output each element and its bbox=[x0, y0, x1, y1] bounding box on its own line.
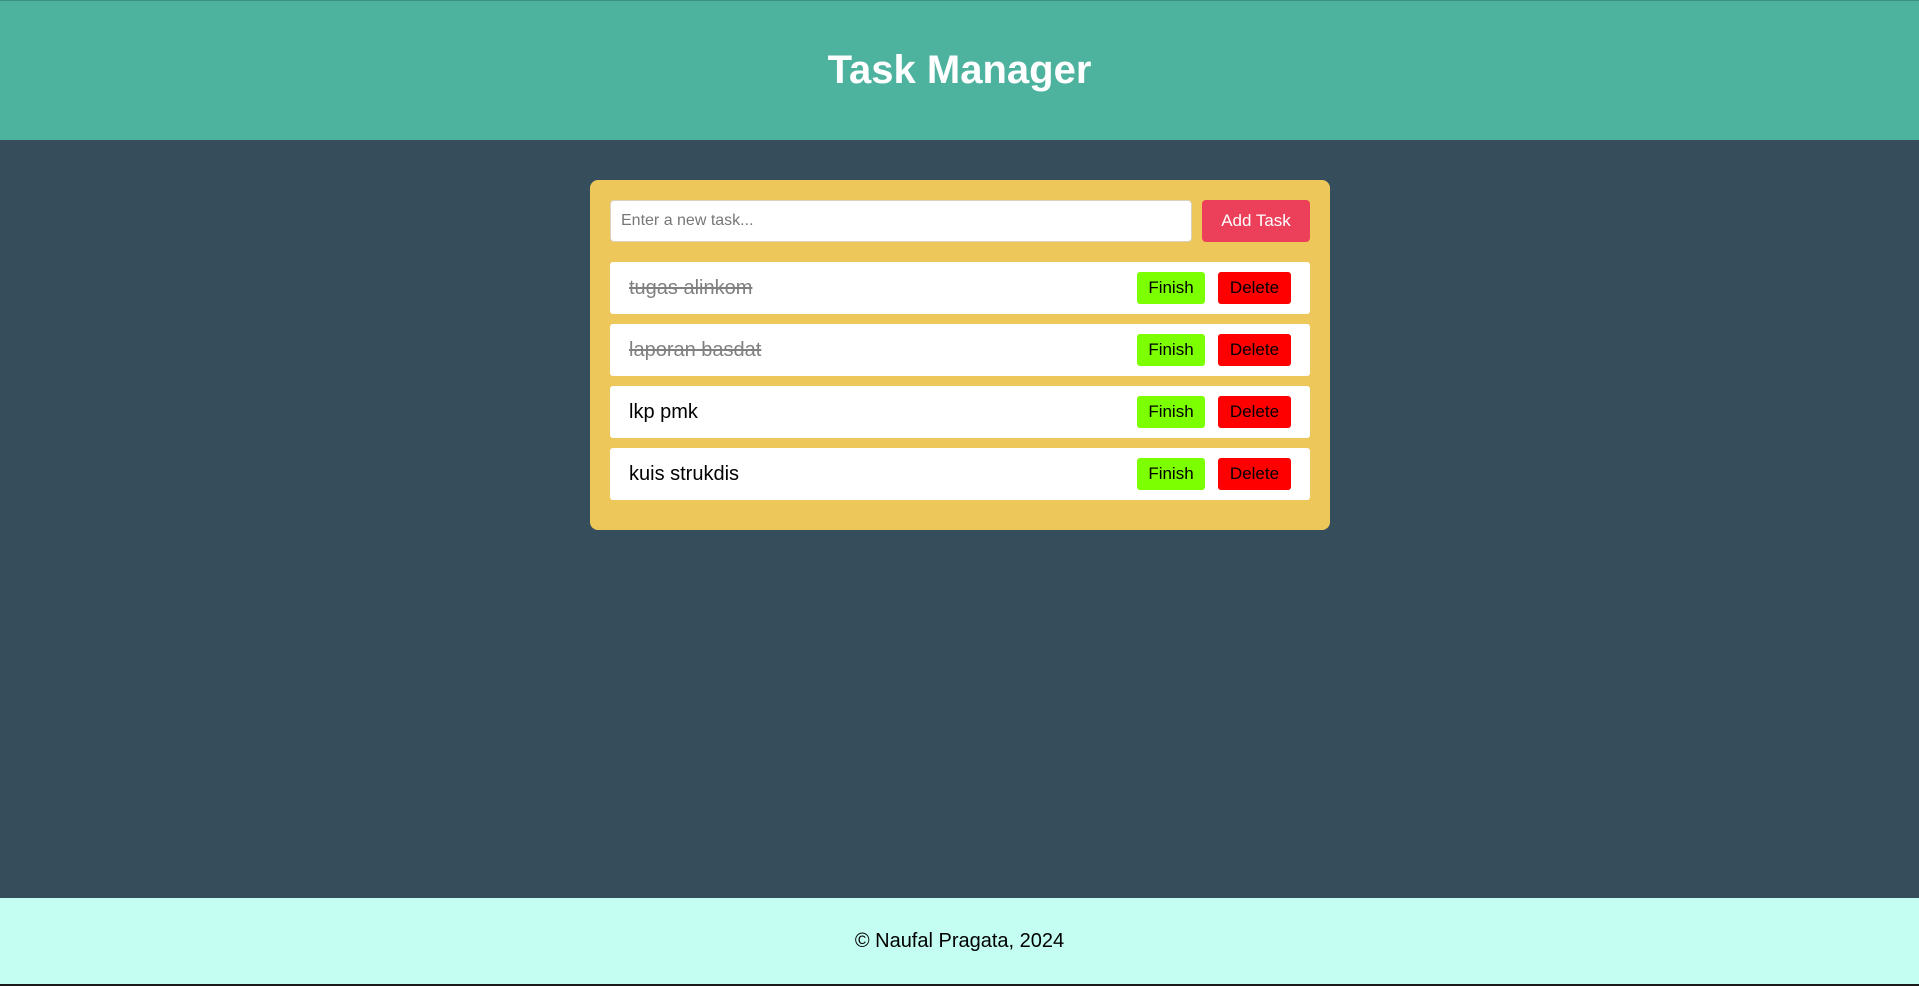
delete-button[interactable]: Delete bbox=[1218, 272, 1291, 304]
task-item: kuis strukdis Finish Delete bbox=[610, 448, 1310, 500]
task-panel: Add Task tugas alinkom Finish Delete lap… bbox=[590, 180, 1330, 530]
task-text: tugas alinkom bbox=[629, 276, 753, 299]
task-list: tugas alinkom Finish Delete laporan basd… bbox=[610, 262, 1310, 510]
add-task-button[interactable]: Add Task bbox=[1202, 200, 1310, 242]
task-text: lkp pmk bbox=[629, 400, 698, 423]
page-footer: © Naufal Pragata, 2024 bbox=[0, 898, 1919, 986]
task-item: lkp pmk Finish Delete bbox=[610, 386, 1310, 438]
task-item: laporan basdat Finish Delete bbox=[610, 324, 1310, 376]
finish-button[interactable]: Finish bbox=[1137, 334, 1205, 366]
finish-button[interactable]: Finish bbox=[1137, 272, 1205, 304]
page-title: Task Manager bbox=[827, 48, 1092, 92]
new-task-input[interactable] bbox=[610, 200, 1192, 242]
finish-button[interactable]: Finish bbox=[1137, 458, 1205, 490]
page-header: Task Manager bbox=[0, 0, 1919, 140]
task-item: tugas alinkom Finish Delete bbox=[610, 262, 1310, 314]
task-text: laporan basdat bbox=[629, 338, 762, 361]
task-text: kuis strukdis bbox=[629, 462, 740, 485]
delete-button[interactable]: Delete bbox=[1218, 396, 1291, 428]
copyright-text: © Naufal Pragata, 2024 bbox=[854, 929, 1065, 952]
delete-button[interactable]: Delete bbox=[1218, 334, 1291, 366]
delete-button[interactable]: Delete bbox=[1218, 458, 1291, 490]
finish-button[interactable]: Finish bbox=[1137, 396, 1205, 428]
